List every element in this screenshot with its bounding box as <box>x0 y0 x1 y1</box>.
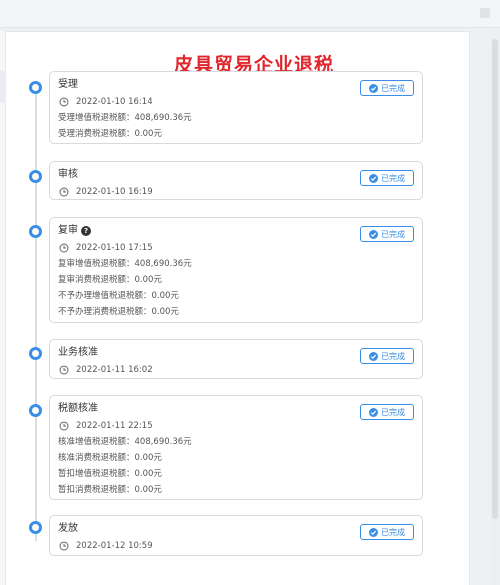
step-time: 2022-01-12 10:59 <box>76 540 153 551</box>
step-time: 2022-01-10 16:14 <box>76 96 153 107</box>
status-badge-label: 已完成 <box>381 407 405 417</box>
step-detail: 复审增值税退税额：408,690.36元 <box>58 259 192 269</box>
step-detail: 暂扣增值税退税额：0.00元 <box>58 469 162 479</box>
timeline-dot <box>29 347 42 360</box>
check-circle-icon <box>369 83 378 93</box>
check-circle-icon <box>369 407 378 417</box>
step-detail: 受理增值税退税额：408,690.36元 <box>58 113 192 123</box>
status-badge-label: 已完成 <box>381 527 405 537</box>
step-detail: 暂扣消费税退税额：0.00元 <box>58 485 162 495</box>
scrollbar-thumb[interactable] <box>492 39 498 519</box>
top-bar <box>0 0 500 28</box>
step-time: 2022-01-11 22:15 <box>76 420 153 431</box>
timeline-card-business-approval: 业务核准 2022-01-11 16:02 已完成 <box>49 339 423 379</box>
check-circle-icon <box>369 173 378 183</box>
timeline-dot <box>29 170 42 183</box>
timeline-card-accept: 受理 2022-01-10 16:14 受理增值税退税额：408,690.36元… <box>49 71 423 144</box>
timeline-dot <box>29 81 42 94</box>
left-sidebar-active-mark <box>0 71 6 103</box>
status-badge: 已完成 <box>360 404 414 420</box>
status-badge: 已完成 <box>360 170 414 186</box>
clock-icon <box>59 187 69 196</box>
clock-icon <box>59 541 69 550</box>
timeline-card-review: 审核 2022-01-10 16:19 已完成 <box>49 161 423 200</box>
question-circle-icon[interactable]: ? <box>81 226 91 236</box>
step-detail: 不予办理消费税退税额：0.00元 <box>58 307 179 317</box>
step-detail: 核准消费税退税额：0.00元 <box>58 453 162 463</box>
clock-icon <box>59 421 69 430</box>
status-badge-label: 已完成 <box>381 229 405 239</box>
top-bar-control <box>480 8 490 18</box>
step-time: 2022-01-11 16:02 <box>76 364 153 375</box>
timeline-card-tax-approval: 税额核准 2022-01-11 22:15 核准增值税退税额：408,690.3… <box>49 395 423 500</box>
clock-icon <box>59 97 69 106</box>
check-circle-icon <box>369 527 378 537</box>
check-circle-icon <box>369 351 378 361</box>
step-detail: 不予办理增值税退税额：0.00元 <box>58 291 179 301</box>
timeline-card-re-review: 复审 ? 2022-01-10 17:15 复审增值税退税额：408,690.3… <box>49 217 423 323</box>
status-badge: 已完成 <box>360 80 414 96</box>
status-badge-label: 已完成 <box>381 173 405 183</box>
step-detail: 受理消费税退税额：0.00元 <box>58 129 162 139</box>
status-badge-label: 已完成 <box>381 83 405 93</box>
step-detail: 核准增值税退税额：408,690.36元 <box>58 437 192 447</box>
status-badge: 已完成 <box>360 226 414 242</box>
clock-icon <box>59 243 69 252</box>
status-badge: 已完成 <box>360 348 414 364</box>
clock-icon <box>59 365 69 374</box>
scrollbar[interactable] <box>490 31 500 585</box>
status-badge-label: 已完成 <box>381 351 405 361</box>
timeline-dot <box>29 225 42 238</box>
timeline-card-issue: 发放 2022-01-12 10:59 已完成 <box>49 515 423 556</box>
status-badge: 已完成 <box>360 524 414 540</box>
timeline-line <box>35 86 37 541</box>
step-title: 复审 <box>58 225 78 236</box>
step-detail: 复审消费税退税额：0.00元 <box>58 275 162 285</box>
timeline-dot <box>29 521 42 534</box>
left-sidebar-edge <box>0 31 6 585</box>
step-time: 2022-01-10 17:15 <box>76 242 153 253</box>
check-circle-icon <box>369 229 378 239</box>
step-time: 2022-01-10 16:19 <box>76 186 153 197</box>
timeline-dot <box>29 404 42 417</box>
